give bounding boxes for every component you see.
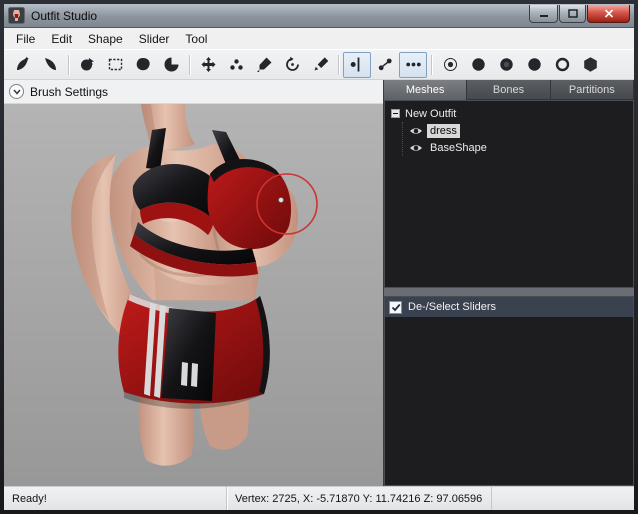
global-brush-toggle-icon[interactable] — [399, 52, 427, 78]
paint-brush-icon[interactable] — [250, 52, 278, 78]
status-extra — [492, 487, 634, 510]
toolbar-separator — [189, 55, 190, 75]
tree-root-row[interactable]: New Outfit — [388, 105, 630, 122]
tree-item-label[interactable]: BaseShape — [427, 141, 490, 155]
erase-brush-icon[interactable] — [306, 52, 334, 78]
mask-brush-icon[interactable] — [73, 52, 101, 78]
brush-settings-label: Brush Settings — [30, 85, 108, 99]
collapse-expander-icon[interactable] — [391, 109, 400, 118]
brush-shape-circle-2-icon[interactable] — [492, 52, 520, 78]
tab-partitions[interactable]: Partitions — [551, 80, 634, 100]
viewport-column: Brush Settings — [4, 80, 383, 486]
eye-visibility-icon[interactable] — [409, 143, 423, 153]
menu-shape[interactable]: Shape — [80, 29, 131, 49]
menu-edit[interactable]: Edit — [43, 29, 80, 49]
move-brush-icon[interactable] — [194, 52, 222, 78]
xmirror-toggle-icon[interactable] — [343, 52, 371, 78]
pinch-brush-icon[interactable] — [157, 52, 185, 78]
tree-item-label[interactable]: dress — [427, 124, 460, 138]
menu-slider[interactable]: Slider — [131, 29, 178, 49]
outfit-model-render — [4, 104, 383, 486]
menu-tool[interactable]: Tool — [177, 29, 215, 49]
sliders-panel: De-/Select Sliders — [384, 296, 634, 486]
menu-bar: File Edit Shape Slider Tool — [4, 28, 634, 49]
status-ready: Ready! — [4, 487, 226, 510]
tree-item-baseshape[interactable]: BaseShape — [409, 139, 630, 156]
brush-shape-dot-icon[interactable] — [436, 52, 464, 78]
checkmark-icon — [391, 303, 401, 312]
inflate-brush-icon[interactable] — [8, 52, 36, 78]
brush-shape-circle-4-icon[interactable] — [548, 52, 576, 78]
status-vertex-info: Vertex: 2725, X: -5.71870 Y: 11.74216 Z:… — [226, 487, 492, 510]
maximize-button[interactable] — [559, 5, 586, 23]
brush-settings-header[interactable]: Brush Settings — [4, 80, 383, 104]
toolbar-separator — [68, 55, 69, 75]
meshes-tree: New Outfit dress BaseShape — [384, 100, 634, 288]
sliders-header-label: De-/Select Sliders — [408, 301, 496, 313]
close-icon — [604, 9, 614, 18]
3d-viewport[interactable] — [4, 104, 383, 486]
minimize-icon — [539, 9, 549, 18]
toolbar — [4, 49, 634, 80]
minimize-button[interactable] — [529, 5, 558, 23]
panel-tabs: Meshes Bones Partitions — [384, 80, 634, 100]
tab-meshes[interactable]: Meshes — [384, 80, 467, 100]
rotate-tool-icon[interactable] — [278, 52, 306, 78]
select-sliders-checkbox[interactable] — [389, 301, 402, 314]
main-area: Brush Settings — [4, 80, 634, 486]
status-bar: Ready! Vertex: 2725, X: -5.71870 Y: 11.7… — [4, 486, 634, 510]
brush-shape-circle-3-icon[interactable] — [520, 52, 548, 78]
brush-shape-hex-icon[interactable] — [576, 52, 604, 78]
smooth-brush-icon[interactable] — [36, 52, 64, 78]
deflate-brush-icon[interactable] — [129, 52, 157, 78]
titlebar[interactable]: Outfit Studio — [4, 4, 634, 28]
window-title: Outfit Studio — [31, 9, 97, 23]
toolbar-separator — [431, 55, 432, 75]
close-button[interactable] — [587, 5, 630, 23]
brush-cursor-point — [279, 198, 284, 203]
chevron-down-icon[interactable] — [9, 84, 24, 99]
deselect-sliders-row[interactable]: De-/Select Sliders — [385, 297, 633, 317]
app-icon[interactable] — [8, 7, 25, 24]
tree-children: dress BaseShape — [402, 122, 630, 156]
right-panel: Meshes Bones Partitions New Outfit dress — [383, 80, 634, 486]
toolbar-separator — [338, 55, 339, 75]
tree-root-label: New Outfit — [405, 108, 456, 120]
menu-file[interactable]: File — [8, 29, 43, 49]
brush-shape-circle-1-icon[interactable] — [464, 52, 492, 78]
connected-only-toggle-icon[interactable] — [371, 52, 399, 78]
select-brush-icon[interactable] — [101, 52, 129, 78]
window-controls — [528, 5, 630, 23]
outfit-studio-window: Outfit Studio File Edit Shape Slider Too… — [0, 0, 638, 514]
sliders-list[interactable] — [385, 317, 633, 485]
maximize-icon — [568, 9, 578, 18]
weight-brush-icon[interactable] — [222, 52, 250, 78]
panel-splitter[interactable] — [384, 288, 634, 296]
tab-bones[interactable]: Bones — [467, 80, 550, 100]
tree-item-dress[interactable]: dress — [409, 122, 630, 139]
eye-visibility-icon[interactable] — [409, 126, 423, 136]
